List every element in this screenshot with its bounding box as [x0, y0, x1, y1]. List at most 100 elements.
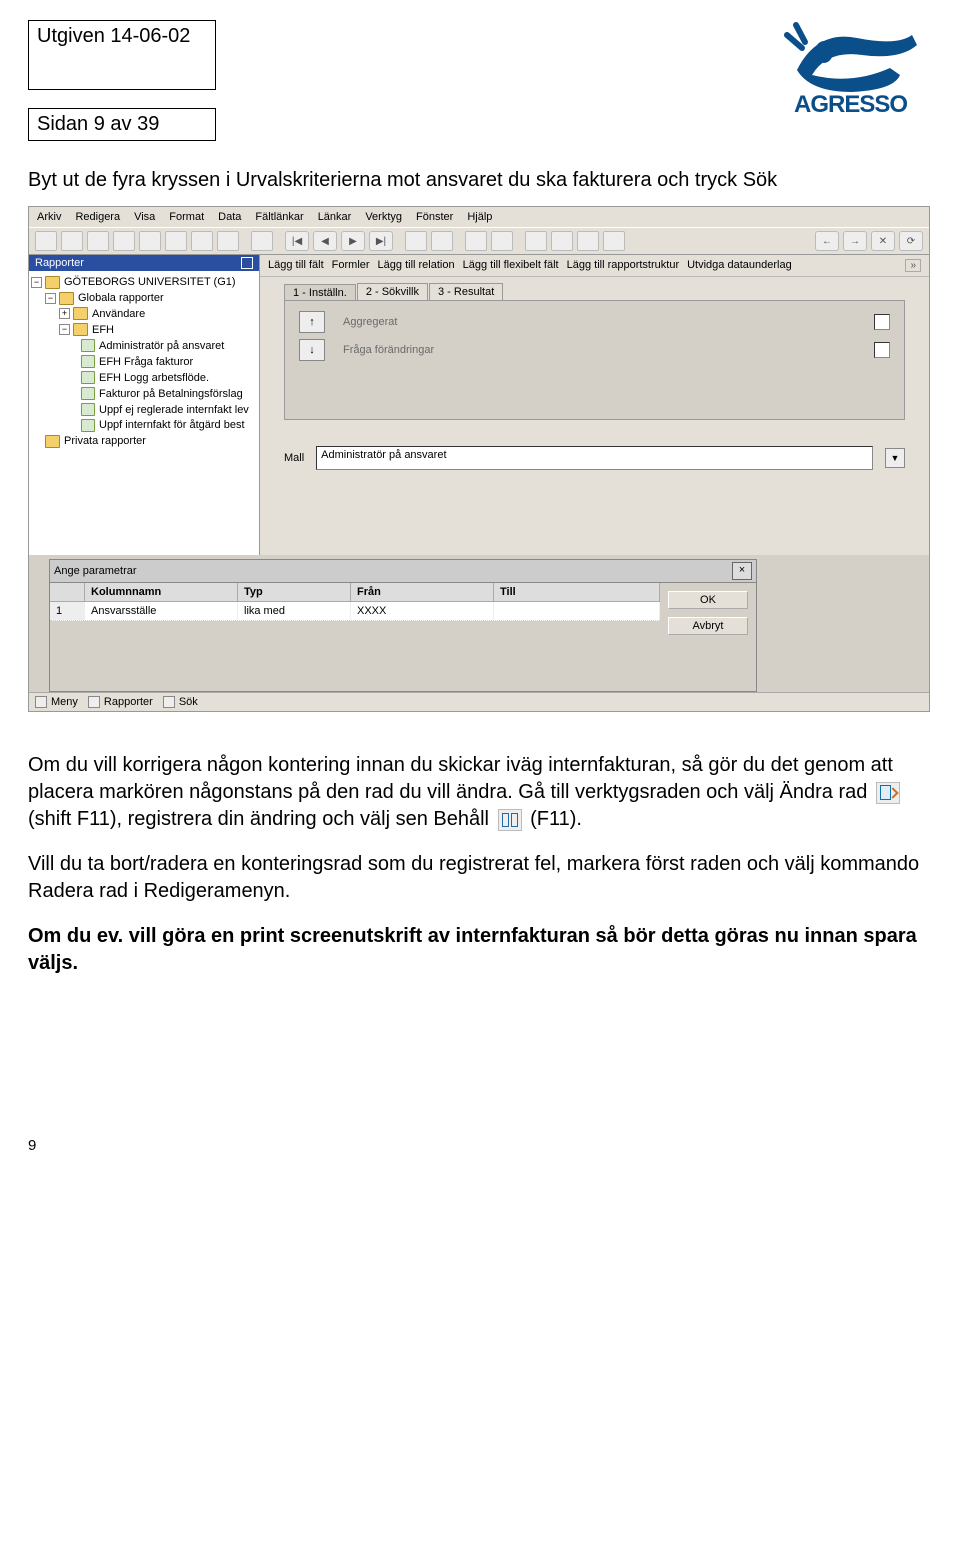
tb-btn-sigma[interactable]	[525, 231, 547, 251]
param-row-col: Ansvarsställe	[85, 602, 238, 620]
cancel-button[interactable]: Avbryt	[668, 617, 748, 635]
folder-icon	[73, 323, 88, 336]
menu-format[interactable]: Format	[169, 211, 204, 223]
ts-lagg-relation[interactable]: Lägg till relation	[378, 259, 455, 272]
bottom-tabs: Meny Rapporter Sök	[29, 692, 929, 711]
tb-btn-check[interactable]	[113, 231, 135, 251]
report-icon	[81, 371, 95, 384]
tree-collapse-icon[interactable]: −	[31, 277, 42, 288]
param-title: Ange parametrar	[54, 565, 137, 577]
sidebar: Rapporter −GÖTEBORGS UNIVERSITET (G1) −G…	[29, 255, 260, 555]
move-down-icon[interactable]: ↓	[299, 339, 325, 361]
pin-icon[interactable]	[241, 257, 253, 269]
tab-installn[interactable]: 1 - Inställn.	[284, 284, 356, 301]
menu-lankar[interactable]: Länkar	[318, 211, 352, 223]
ts-utvidga[interactable]: Utvidga dataunderlag	[687, 259, 792, 272]
edit-row-icon	[876, 782, 900, 804]
mall-dropdown-icon[interactable]: ▼	[885, 448, 905, 468]
tree-item[interactable]: Administratör på ansvaret	[99, 340, 224, 352]
tree-collapse-icon[interactable]: −	[45, 293, 56, 304]
label-aggregerat: Aggregerat	[343, 316, 856, 328]
param-row-till[interactable]	[494, 602, 660, 620]
menu-faltlankar[interactable]: Fältlänkar	[255, 211, 303, 223]
folder-icon	[73, 307, 88, 320]
menu-visa[interactable]: Visa	[134, 211, 155, 223]
param-head-fran: Från	[351, 583, 494, 601]
tb-btn-filter[interactable]	[165, 231, 187, 251]
menu-hjalp[interactable]: Hjälp	[467, 211, 492, 223]
ok-button[interactable]: OK	[668, 591, 748, 609]
bt-rapporter[interactable]: Rapporter	[88, 696, 153, 708]
bt-meny[interactable]: Meny	[35, 696, 78, 708]
tb-btn-help[interactable]	[251, 231, 273, 251]
mall-input[interactable]: Administratör på ansvaret	[316, 446, 873, 470]
report-icon	[81, 355, 95, 368]
tree-privata[interactable]: Privata rapporter	[64, 435, 146, 447]
menu-data[interactable]: Data	[218, 211, 241, 223]
issued-text: Utgiven 14-06-02	[37, 25, 190, 47]
tb-btn-sort[interactable]	[191, 231, 213, 251]
tree-efh[interactable]: EFH	[92, 324, 114, 336]
tb-btn-max[interactable]	[603, 231, 625, 251]
tb-btn-a[interactable]	[405, 231, 427, 251]
param-head-till: Till	[494, 583, 660, 601]
param-row[interactable]: 1 Ansvarsställe lika med XXXX	[50, 602, 660, 621]
tb-btn-chart[interactable]	[491, 231, 513, 251]
hist-refresh-icon[interactable]: ⟳	[899, 231, 923, 251]
checkbox-aggregerat[interactable]	[874, 314, 890, 330]
menu-fonster[interactable]: Fönster	[416, 211, 453, 223]
tab-resultat[interactable]: 3 - Resultat	[429, 283, 503, 300]
ts-lagg-flexi[interactable]: Lägg till flexibelt fält	[463, 259, 559, 272]
search-icon	[163, 696, 175, 708]
menu-arkiv[interactable]: Arkiv	[37, 211, 61, 223]
nav-next-icon[interactable]: ▶	[341, 231, 365, 251]
tab-sokvillk[interactable]: 2 - Sökvillk	[357, 283, 428, 300]
tb-btn-col[interactable]	[577, 231, 599, 251]
tb-btn-open[interactable]	[87, 231, 109, 251]
report-tree[interactable]: −GÖTEBORGS UNIVERSITET (G1) −Globala rap…	[29, 271, 259, 555]
ts-lagg-rapport[interactable]: Lägg till rapportstruktur	[567, 259, 680, 272]
hist-stop-icon[interactable]: ✕	[871, 231, 895, 251]
paragraph-3: Om du ev. vill göra en print screenutskr…	[28, 923, 932, 977]
tb-btn-print[interactable]	[35, 231, 57, 251]
pageof-text: Sidan 9 av 39	[37, 113, 159, 135]
nav-first-icon[interactable]: |◀	[285, 231, 309, 251]
param-head-typ: Typ	[238, 583, 351, 601]
app-screenshot: Arkiv Redigera Visa Format Data Fältlänk…	[28, 206, 930, 712]
tree-item[interactable]: Fakturor på Betalningsförslag	[99, 388, 243, 400]
chevron-more-icon[interactable]: »	[905, 259, 921, 272]
hist-fwd-icon[interactable]: →	[843, 231, 867, 251]
tree-item[interactable]: EFH Logg arbetsflöde.	[99, 372, 209, 384]
tree-root[interactable]: GÖTEBORGS UNIVERSITET (G1)	[64, 276, 236, 288]
tree-expand-icon[interactable]: +	[59, 308, 70, 319]
checkbox-fraga[interactable]	[874, 342, 890, 358]
ts-formler[interactable]: Formler	[332, 259, 370, 272]
tb-btn-eq[interactable]	[217, 231, 239, 251]
menu-icon	[35, 696, 47, 708]
tb-btn-b[interactable]	[431, 231, 453, 251]
tab-body: ↑ Aggregerat ↓ Fråga förändringar	[284, 300, 905, 420]
tree-collapse-icon[interactable]: −	[59, 324, 70, 335]
tree-anvandare[interactable]: Användare	[92, 308, 145, 320]
menu-verktyg[interactable]: Verktyg	[365, 211, 402, 223]
hist-back-icon[interactable]: ←	[815, 231, 839, 251]
tb-btn-fx[interactable]	[551, 231, 573, 251]
menu-redigera[interactable]: Redigera	[75, 211, 120, 223]
nav-prev-icon[interactable]: ◀	[313, 231, 337, 251]
nav-last-icon[interactable]: ▶|	[369, 231, 393, 251]
tree-item[interactable]: Uppf ej reglerade internfakt lev	[99, 404, 249, 416]
param-row-typ: lika med	[238, 602, 351, 620]
tb-btn-search[interactable]	[139, 231, 161, 251]
tb-btn-save[interactable]	[61, 231, 83, 251]
tree-item[interactable]: EFH Fråga fakturor	[99, 356, 193, 368]
close-icon[interactable]: ×	[732, 562, 752, 580]
tb-btn-grid[interactable]	[465, 231, 487, 251]
sidebar-title-label: Rapporter	[35, 257, 84, 269]
bt-sok[interactable]: Sök	[163, 696, 198, 708]
pageof-box: Sidan 9 av 39	[28, 108, 216, 141]
tree-globala[interactable]: Globala rapporter	[78, 292, 164, 304]
param-row-fran[interactable]: XXXX	[351, 602, 494, 620]
move-up-icon[interactable]: ↑	[299, 311, 325, 333]
ts-lagg-falt[interactable]: Lägg till fält	[268, 259, 324, 272]
tree-item[interactable]: Uppf internfakt för åtgärd best	[99, 419, 245, 431]
